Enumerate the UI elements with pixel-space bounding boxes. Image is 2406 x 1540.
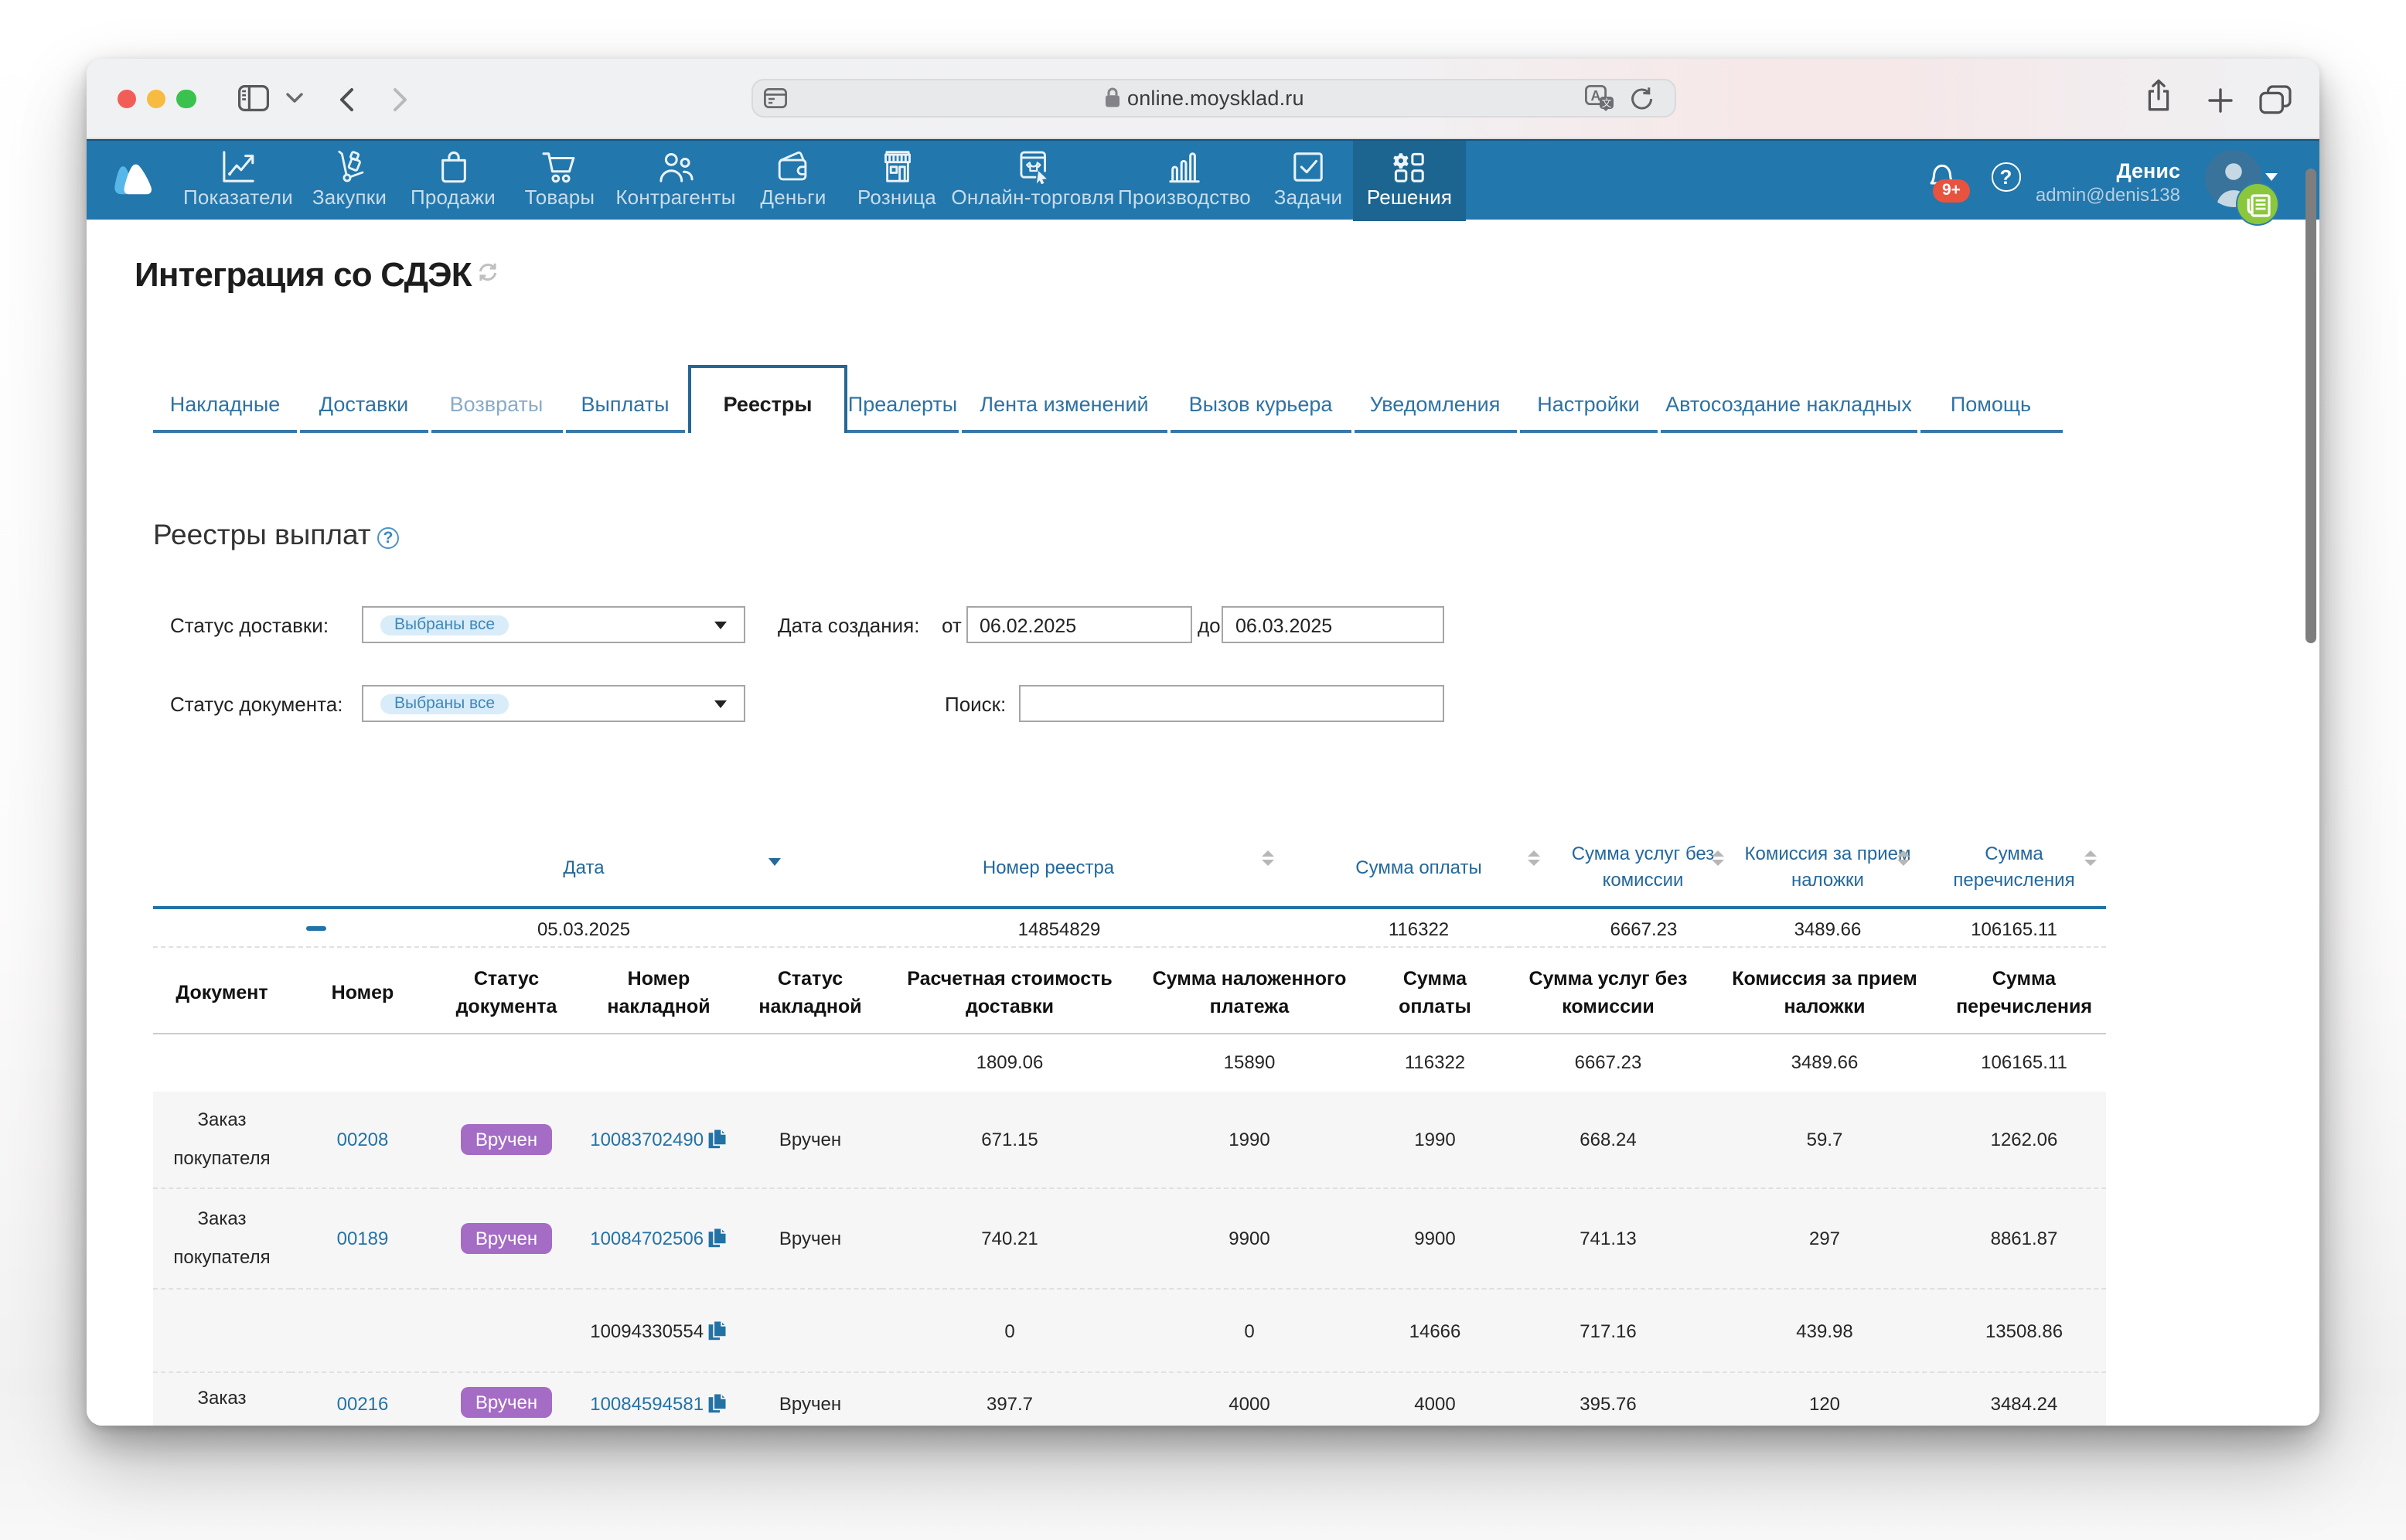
svg-text:文: 文 [1601,97,1611,109]
svg-text:A: A [1591,88,1601,104]
